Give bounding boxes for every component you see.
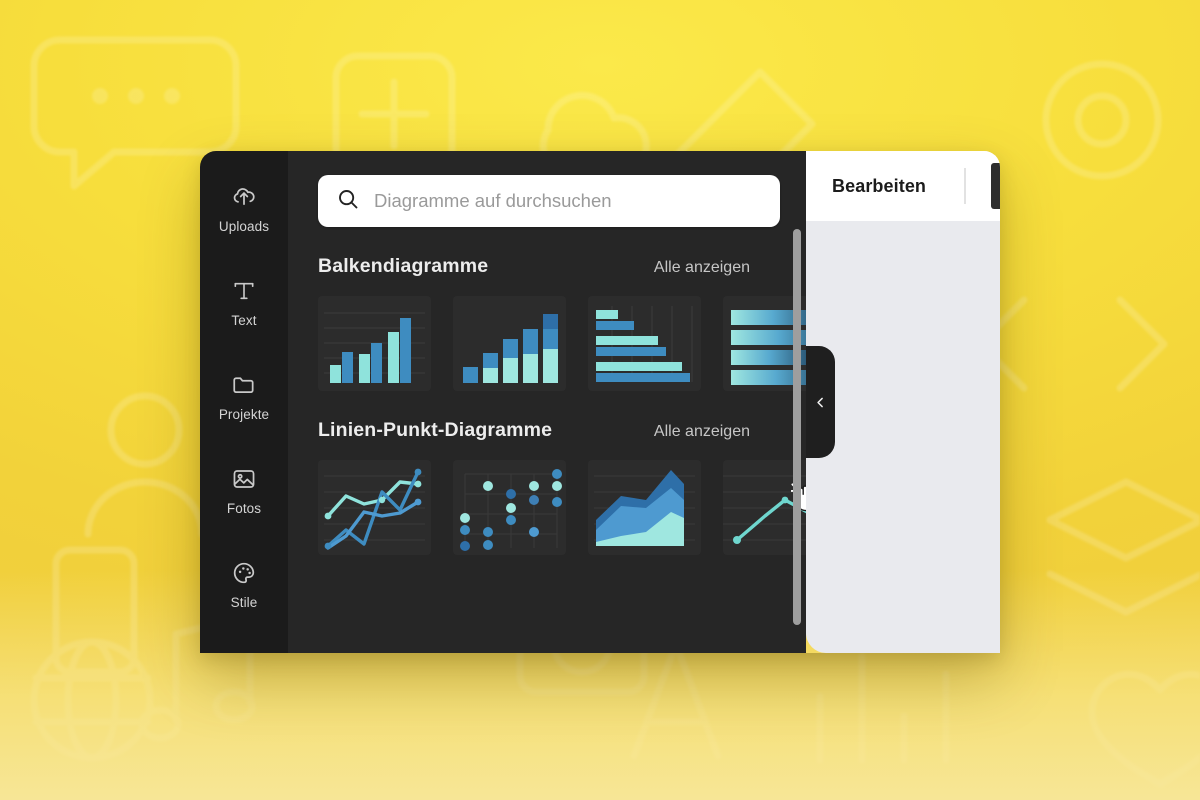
palette-icon <box>231 560 257 586</box>
collapse-panel-handle[interactable] <box>806 346 835 458</box>
sidebar-item-fotos[interactable]: Fotos <box>206 447 282 535</box>
section-title: Linien-Punkt-Diagramme <box>318 419 553 441</box>
search-row <box>288 151 806 227</box>
line-chart-with-markers-thumbnail[interactable] <box>318 460 431 555</box>
sidebar-item-label: Stile <box>230 595 258 610</box>
sidebar-item-projekte[interactable]: Projekte <box>206 353 282 441</box>
sidebar-item-uploads[interactable]: Uploads <box>206 165 282 253</box>
thumbnail-row <box>318 460 806 555</box>
section-header: Linien-Punkt-Diagramme Alle anzeigen <box>318 419 780 442</box>
thumbnail-row <box>318 296 806 391</box>
tab-divider <box>964 168 966 204</box>
search-icon <box>336 187 360 216</box>
section-header: Balkendiagramme Alle anzeigen <box>318 255 780 278</box>
sidebar-item-label: Projekte <box>218 407 270 422</box>
cloud-upload-icon <box>231 184 257 210</box>
app-window: Uploads Text Projekte Fotos Stile Diagra… <box>200 151 1000 653</box>
dot-plot-chart-thumbnail[interactable] <box>453 460 566 555</box>
tabbar-right-edge <box>991 163 1000 209</box>
see-all-link[interactable]: Alle anzeigen <box>654 259 750 277</box>
edit-panel-tabbar: Bearbeiten <box>806 151 1000 221</box>
search-input[interactable] <box>374 190 762 212</box>
sidebar-item-label: Text <box>231 313 257 328</box>
see-all-link[interactable]: Alle anzeigen <box>654 423 750 441</box>
stacked-bar-chart-thumbnail[interactable] <box>453 296 566 391</box>
sidebar-item-stile[interactable]: Stile <box>206 541 282 629</box>
section-title: Balkendiagramme <box>318 255 489 277</box>
sidebar-item-label: Uploads <box>218 219 270 234</box>
search-box[interactable] <box>318 175 780 227</box>
chevron-left-icon <box>817 397 823 407</box>
folder-icon <box>231 372 257 398</box>
horizontal-bar-chart-thumbnail[interactable] <box>588 296 701 391</box>
left-sidebar-rail: Uploads Text Projekte Fotos Stile <box>200 151 288 653</box>
stacked-area-chart-thumbnail[interactable] <box>588 460 701 555</box>
text-t-icon <box>231 278 257 304</box>
image-icon <box>231 466 257 492</box>
sidebar-item-label: Fotos <box>226 501 262 516</box>
section-balkendiagramme: Balkendiagramme Alle anzeigen <box>288 255 806 391</box>
section-linien-punkt-diagramme: Linien-Punkt-Diagramme Alle anzeigen <box>288 419 806 555</box>
chart-browse-panel: Balkendiagramme Alle anzeigen <box>288 151 806 653</box>
edit-panel: Bearbeiten <box>806 151 1000 653</box>
tab-bearbeiten[interactable]: Bearbeiten <box>832 176 926 197</box>
sidebar-item-text[interactable]: Text <box>206 259 282 347</box>
browse-scrollbar[interactable] <box>793 229 801 625</box>
grouped-bar-chart-thumbnail[interactable] <box>318 296 431 391</box>
